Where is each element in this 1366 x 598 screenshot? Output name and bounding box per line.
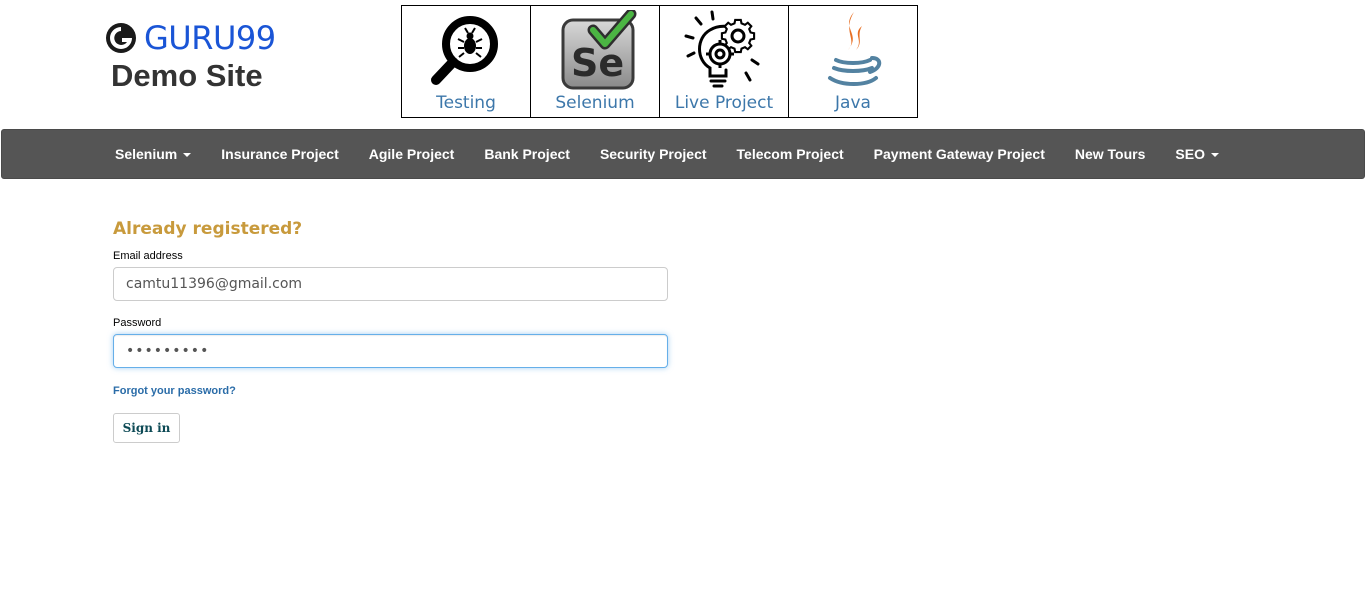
sign-in-button[interactable]: Sign in xyxy=(113,413,180,443)
tile-selenium[interactable]: Se Selenium xyxy=(531,6,660,117)
selenium-logo-icon: Se xyxy=(561,10,637,90)
main-navbar: Selenium Insurance Project Agile Project… xyxy=(1,129,1365,179)
nav-item-new-tours[interactable]: New Tours xyxy=(1060,130,1161,178)
login-form: Already registered? Email address Passwo… xyxy=(113,218,668,443)
nav-item-label: Agile Project xyxy=(368,146,455,162)
nav-item-agile-project[interactable]: Agile Project xyxy=(354,130,470,178)
nav-item-payment-gateway-project[interactable]: Payment Gateway Project xyxy=(859,130,1060,178)
course-tiles: Testing Se Selenium Live Project Java xyxy=(401,5,918,118)
site-title: Demo Site xyxy=(111,58,263,93)
caret-down-icon xyxy=(1210,153,1219,158)
nav-item-label: Security Project xyxy=(599,146,707,162)
brand-logo[interactable]: GURU99 xyxy=(105,20,276,56)
forgot-password-link[interactable]: Forgot your password? xyxy=(113,384,668,398)
password-field[interactable] xyxy=(113,334,668,368)
nav-item-telecom-project[interactable]: Telecom Project xyxy=(722,130,859,178)
password-label: Password xyxy=(113,317,162,329)
tile-label: Java xyxy=(835,93,871,113)
tile-label: Testing xyxy=(436,93,496,113)
nav-item-seo[interactable]: SEO xyxy=(1160,130,1234,178)
tile-label: Selenium xyxy=(555,93,635,113)
nav-item-label: Telecom Project xyxy=(736,146,844,162)
svg-text:Se: Se xyxy=(571,41,624,85)
email-field[interactable] xyxy=(113,267,668,301)
brand-name: GURU99 xyxy=(144,19,276,57)
java-cup-icon xyxy=(828,12,882,86)
nav-item-label: SEO xyxy=(1175,146,1205,162)
nav-item-label: Insurance Project xyxy=(221,146,339,162)
lightbulb-gears-icon xyxy=(684,10,760,88)
nav-item-bank-project[interactable]: Bank Project xyxy=(469,130,585,178)
tile-live-project[interactable]: Live Project xyxy=(660,6,789,117)
nav-item-selenium[interactable]: Selenium xyxy=(100,130,206,178)
tile-label: Live Project xyxy=(674,93,774,113)
guru99-logo-icon xyxy=(106,23,136,53)
login-heading: Already registered? xyxy=(113,219,303,239)
tile-testing[interactable]: Testing xyxy=(402,6,531,117)
nav-item-label: Bank Project xyxy=(484,146,570,162)
page-header: GURU99 Demo Site Testing Se Selenium Liv… xyxy=(0,0,1366,128)
email-label: Email address xyxy=(113,250,183,262)
nav-item-label: New Tours xyxy=(1074,146,1146,162)
nav-menu: Selenium Insurance Project Agile Project… xyxy=(100,130,1234,178)
caret-down-icon xyxy=(183,153,192,158)
brand[interactable]: GURU99 Demo Site xyxy=(105,20,276,93)
nav-item-security-project[interactable]: Security Project xyxy=(585,130,722,178)
nav-item-label: Payment Gateway Project xyxy=(873,146,1045,162)
tile-java[interactable]: Java xyxy=(789,6,917,117)
magnifier-bug-icon xyxy=(431,16,498,85)
nav-item-insurance-project[interactable]: Insurance Project xyxy=(206,130,354,178)
nav-item-label: Selenium xyxy=(115,146,178,162)
